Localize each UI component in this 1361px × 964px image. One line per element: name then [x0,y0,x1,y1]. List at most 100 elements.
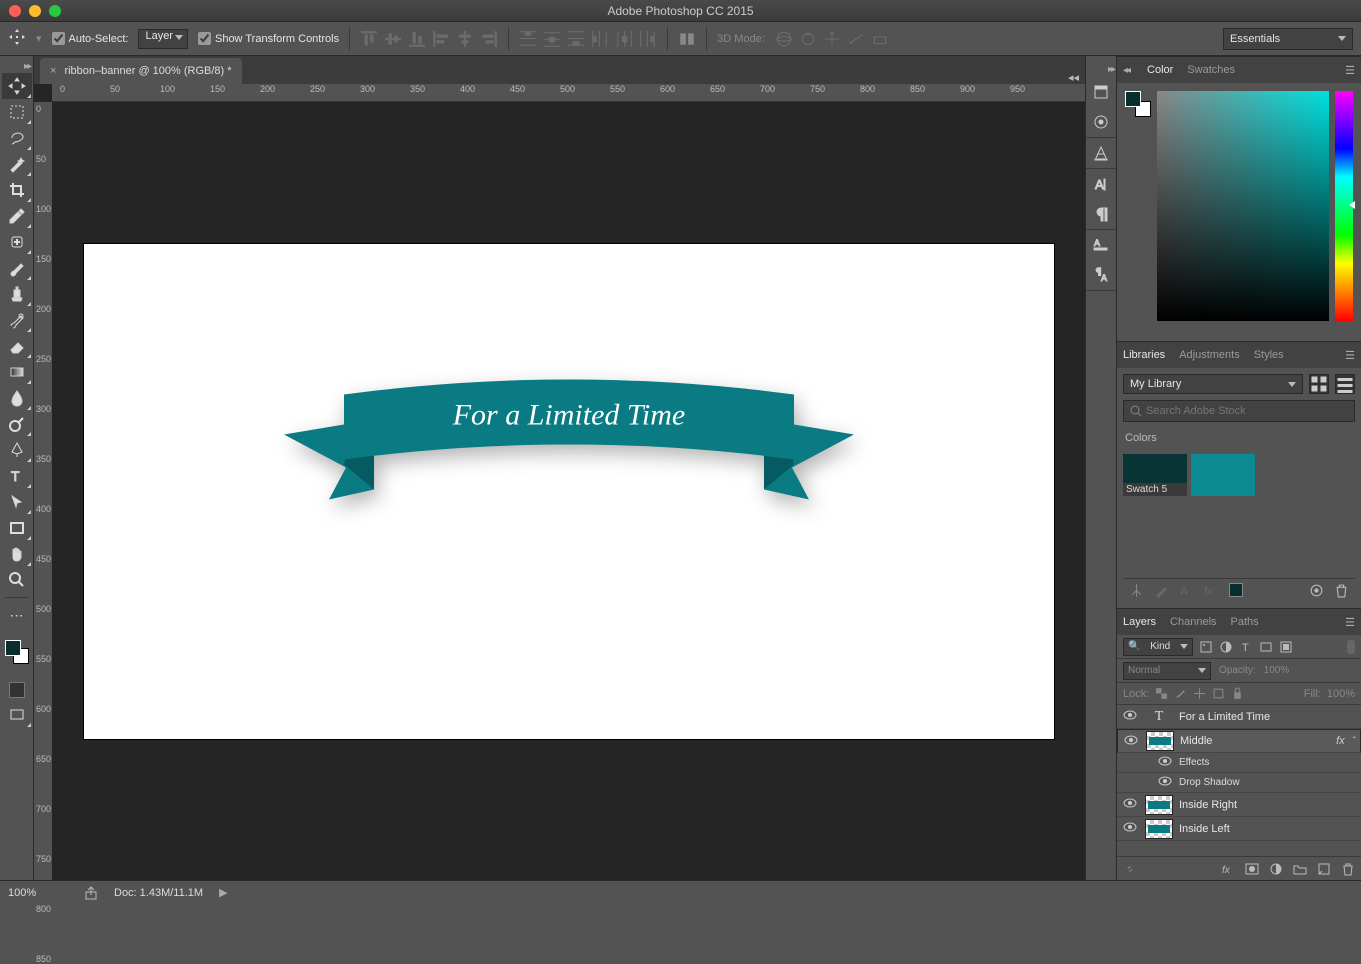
libraries-panel-menu-icon[interactable]: ☰ [1345,349,1355,362]
lock-pixels-icon[interactable] [1174,687,1187,700]
align-left-icon[interactable] [432,30,450,48]
visibility-toggle-icon[interactable] [1157,756,1173,769]
eraser-tool[interactable] [2,333,32,359]
distribute-right-icon[interactable] [639,30,657,48]
glyphs-panel-icon[interactable] [1092,144,1110,162]
dodge-tool[interactable] [2,411,32,437]
brush-tool[interactable] [2,255,32,281]
layers-tab[interactable]: Layers [1123,613,1156,631]
dock-expand-icon[interactable]: ▸▸ [1086,62,1116,77]
healing-brush-tool[interactable] [2,229,32,255]
layer-fx-icon[interactable]: fx [1221,862,1235,876]
hue-slider[interactable] [1335,91,1353,321]
layer-row[interactable]: TFor a Limited Time [1117,705,1361,729]
align-top-icon[interactable] [360,30,378,48]
distribute-vcenter-icon[interactable] [543,30,561,48]
filter-type-icon[interactable]: T [1239,640,1253,654]
rectangle-tool[interactable] [2,515,32,541]
properties-panel-icon[interactable] [1092,113,1110,131]
lock-transparency-icon[interactable] [1155,687,1168,700]
opacity-value[interactable]: 100% [1264,665,1290,676]
quick-mask-button[interactable] [9,682,25,698]
fx-collapse-icon[interactable]: ˆ [1353,736,1356,747]
lib-add-brush-icon[interactable] [1154,583,1169,598]
library-swatch[interactable] [1191,454,1255,496]
lib-add-charstyle-icon[interactable]: A [1179,583,1194,598]
layer-effect-row[interactable]: Drop Shadow [1117,773,1361,793]
library-dropdown[interactable]: My Library [1123,374,1303,394]
layer-row[interactable]: Inside Left [1117,817,1361,841]
foreground-background-swatches[interactable] [3,638,31,666]
foreground-color-swatch[interactable] [5,640,21,656]
eyedropper-tool[interactable] [2,203,32,229]
align-hcenter-icon[interactable] [456,30,474,48]
character-styles-panel-icon[interactable]: A [1092,236,1110,254]
path-selection-tool[interactable] [2,489,32,515]
filter-pixel-icon[interactable] [1199,640,1213,654]
layer-mask-icon[interactable] [1245,862,1259,876]
lock-all-icon[interactable] [1231,687,1244,700]
lasso-tool[interactable] [2,125,32,151]
layer-group-icon[interactable] [1293,862,1307,876]
zoom-level[interactable]: 100% [8,887,68,899]
paths-tab[interactable]: Paths [1231,613,1259,631]
auto-select-checkbox[interactable]: Auto-Select: [52,32,129,45]
clone-stamp-tool[interactable] [2,281,32,307]
paragraph-panel-icon[interactable] [1092,205,1110,223]
filter-shape-icon[interactable] [1259,640,1273,654]
layers-panel-menu-icon[interactable]: ☰ [1345,616,1355,629]
visibility-toggle-icon[interactable] [1121,710,1139,723]
edit-toolbar-button[interactable]: ⋯ [2,602,32,628]
lock-artboard-icon[interactable] [1212,687,1225,700]
distribute-bottom-icon[interactable] [567,30,585,48]
tabstrip-collapse-icon[interactable]: ◂◂ [1068,71,1085,84]
blend-mode-dropdown[interactable]: Normal [1123,662,1211,680]
history-panel-icon[interactable] [1092,83,1110,101]
visibility-toggle-icon[interactable] [1121,822,1139,835]
styles-tab[interactable]: Styles [1254,346,1284,364]
paragraph-styles-panel-icon[interactable]: A [1092,266,1110,284]
distribute-top-icon[interactable] [519,30,537,48]
magic-wand-tool[interactable] [2,151,32,177]
adjustments-tab[interactable]: Adjustments [1179,346,1240,364]
pen-tool[interactable] [2,437,32,463]
artboard[interactable]: For a Limited Time [84,244,1054,739]
lib-add-graphic-icon[interactable] [1129,583,1144,598]
crop-tool[interactable] [2,177,32,203]
distribute-left-icon[interactable] [591,30,609,48]
show-transform-checkbox[interactable]: Show Transform Controls [198,32,339,45]
link-layers-icon[interactable] [1123,862,1137,876]
tools-collapse-icon[interactable]: ▸▸ [0,60,33,73]
zoom-tool[interactable] [2,567,32,593]
filter-toggle-switch[interactable] [1347,640,1355,654]
marquee-tool[interactable] [2,99,32,125]
fill-value[interactable]: 100% [1327,688,1355,700]
visibility-toggle-icon[interactable] [1122,735,1140,748]
move-tool[interactable] [2,73,32,99]
align-bottom-icon[interactable] [408,30,426,48]
filter-adjustment-icon[interactable] [1219,640,1233,654]
character-panel-icon[interactable]: A [1092,175,1110,193]
visibility-toggle-icon[interactable] [1157,776,1173,789]
channels-tab[interactable]: Channels [1170,613,1216,631]
library-list-view-button[interactable] [1335,374,1355,394]
swatches-tab[interactable]: Swatches [1187,61,1235,79]
status-flyout-icon[interactable]: ▶ [219,886,227,899]
export-status-icon[interactable] [84,886,98,900]
lib-add-color-icon[interactable] [1229,583,1243,597]
workspace-dropdown[interactable]: Essentials [1223,28,1353,50]
history-brush-tool[interactable] [2,307,32,333]
align-vcenter-icon[interactable] [384,30,402,48]
screen-mode-button[interactable] [2,702,32,728]
color-tab[interactable]: Color [1147,61,1173,79]
layer-row[interactable]: Inside Right [1117,793,1361,817]
library-swatch[interactable]: Swatch 5 [1123,454,1187,496]
visibility-toggle-icon[interactable] [1121,798,1139,811]
auto-align-icon[interactable] [678,30,696,48]
align-right-icon[interactable] [480,30,498,48]
blur-tool[interactable] [2,385,32,411]
color-panel-collapse-icon[interactable]: ◂◂ [1123,65,1129,76]
gradient-tool[interactable] [2,359,32,385]
color-field[interactable] [1157,91,1329,321]
library-grid-view-button[interactable] [1309,374,1329,394]
